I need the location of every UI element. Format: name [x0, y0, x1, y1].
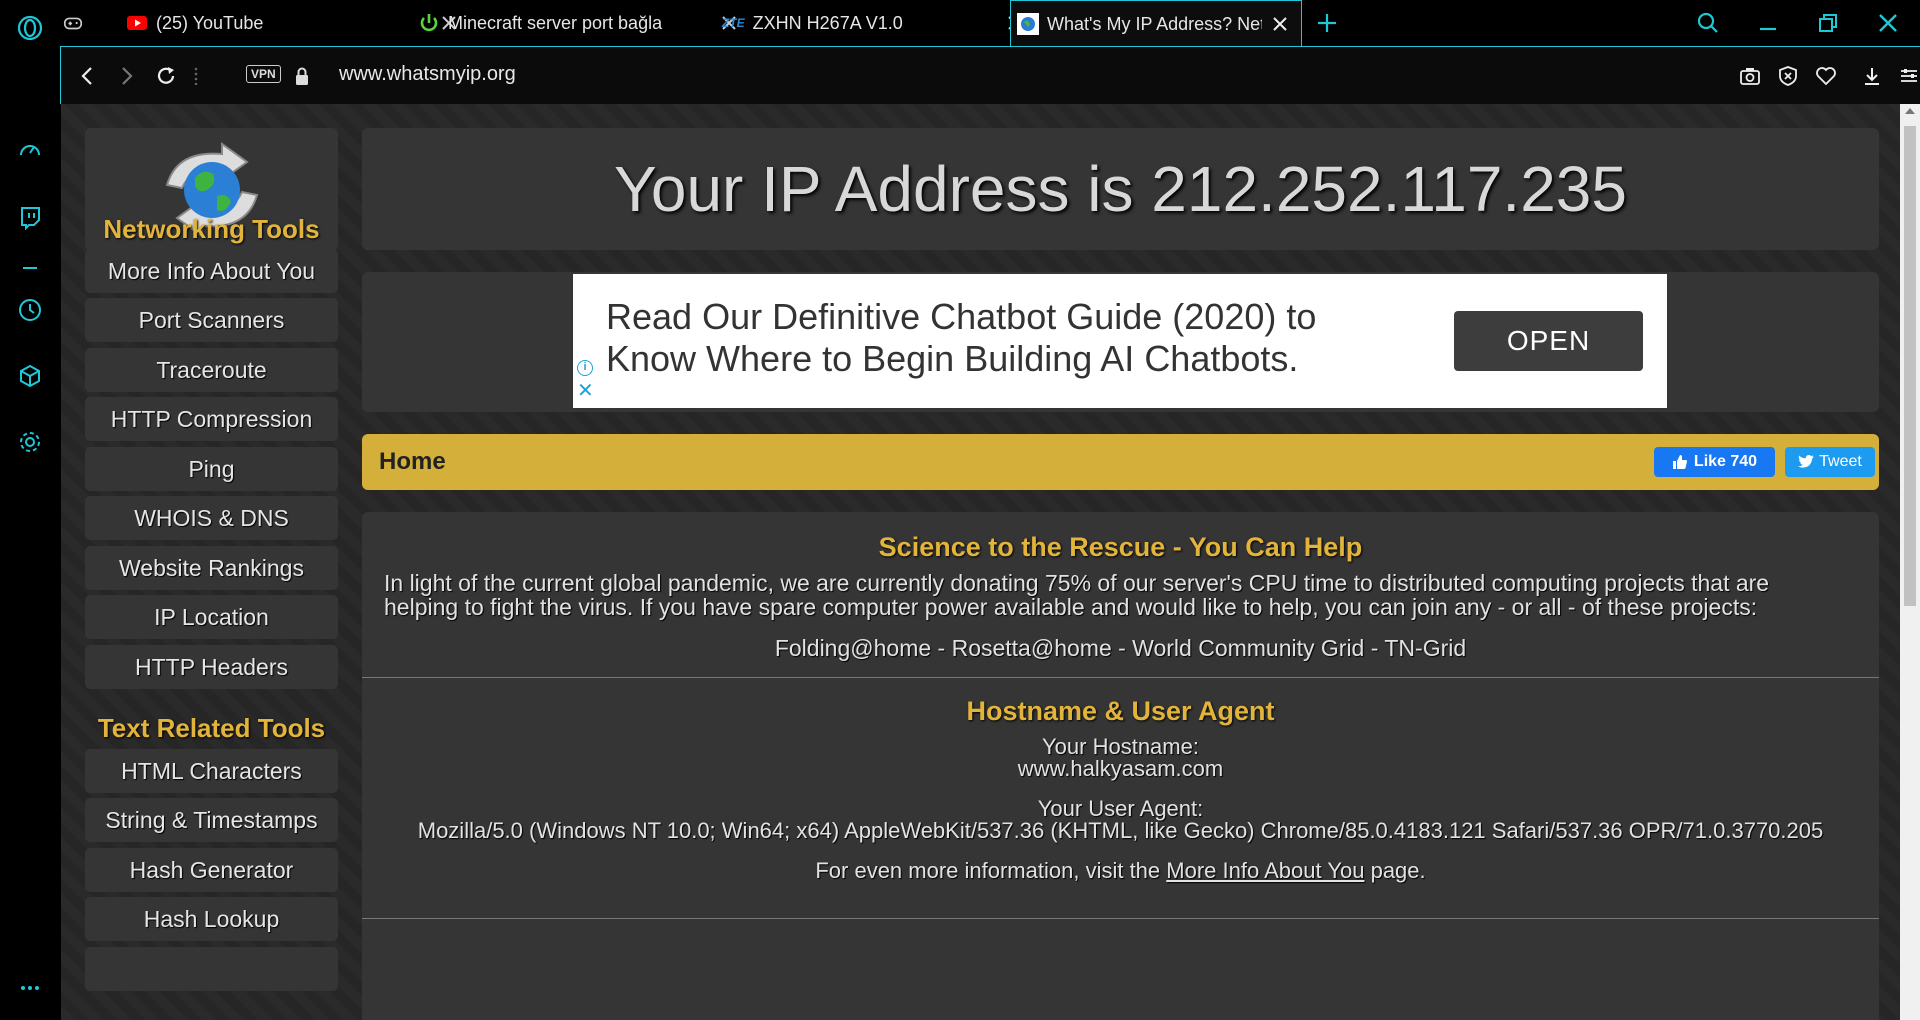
opera-logo-icon[interactable] — [12, 10, 48, 46]
nav-link-ping[interactable]: Ping — [85, 447, 338, 491]
zte-logo: ZTE — [722, 16, 745, 30]
twitter-bird-icon — [1798, 455, 1815, 468]
advertisement[interactable]: Read Our Definitive Chatbot Guide (2020)… — [573, 274, 1667, 408]
easy-setup-icon[interactable] — [1894, 61, 1920, 91]
science-paragraph-line-1: In light of the current global pandemic,… — [384, 570, 1770, 596]
tab-title: What's My IP Address? Net — [1047, 13, 1262, 34]
heart-bookmark-icon[interactable] — [1811, 61, 1841, 91]
facebook-like-button[interactable]: Like 740 — [1654, 447, 1775, 477]
ad-line-1: Read Our Definitive Chatbot Guide (2020)… — [606, 296, 1317, 337]
nav-link-partial[interactable] — [85, 947, 338, 991]
ip-address-banner: Your IP Address is 212.252.117.235 — [362, 128, 1879, 250]
nav-link-port-scanners[interactable]: Port Scanners — [85, 298, 338, 342]
ad-close-icon[interactable]: ✕ — [577, 381, 594, 401]
tab-title: ZXHN H267A V1.0 — [752, 12, 903, 33]
camera-snapshot-icon[interactable] — [1735, 61, 1765, 91]
tab-close-icon[interactable] — [1269, 13, 1291, 35]
nav-link-more-info[interactable]: More Info About You — [85, 249, 338, 293]
more-info-suffix: page. — [1370, 858, 1426, 883]
hostname-section-title: Hostname & User Agent — [966, 696, 1275, 726]
user-agent-value: Mozilla/5.0 (Windows NT 10.0; Win64; x64… — [417, 818, 1824, 843]
section-divider — [362, 918, 1879, 919]
globe-favicon — [1017, 13, 1039, 35]
breadcrumb-bar: Home Like 740 Tweet — [362, 434, 1879, 490]
back-arrow-icon[interactable] — [73, 61, 103, 91]
nav-link-http-compression[interactable]: HTTP Compression — [85, 397, 338, 441]
main-content-panel: Science to the Rescue - You Can Help In … — [362, 512, 1879, 1020]
nav-link-traceroute[interactable]: Traceroute — [85, 348, 338, 392]
like-count: Like 740 — [1693, 453, 1758, 470]
tab-minecraft[interactable]: Minecraft server port bağla — [418, 0, 758, 46]
section-divider — [362, 677, 1879, 678]
scroll-thumb[interactable] — [1904, 126, 1916, 606]
youtube-icon — [126, 12, 148, 34]
nav-link-website-rankings[interactable]: Website Rankings — [85, 546, 338, 590]
ad-info-icon[interactable]: i — [577, 360, 593, 376]
breadcrumb-home[interactable]: Home — [379, 448, 446, 476]
ad-text: Read Our Definitive Chatbot Guide (2020)… — [606, 296, 1386, 380]
science-section-title: Science to the Rescue - You Can Help — [878, 532, 1363, 562]
more-options-icon[interactable] — [12, 970, 48, 1006]
tab-whatsmyip[interactable]: What's My IP Address? Net — [1010, 0, 1302, 47]
nav-link-hash-generator[interactable]: Hash Generator — [85, 848, 338, 892]
history-icon[interactable] — [12, 292, 48, 328]
forward-arrow-icon[interactable] — [111, 61, 141, 91]
close-window-icon[interactable] — [1873, 8, 1903, 38]
url-field[interactable]: www.whatsmyip.org — [339, 63, 516, 86]
minimize-icon[interactable] — [1753, 8, 1783, 38]
more-info-sentence: For even more information, visit the Mor… — [362, 858, 1879, 884]
tweet-label: Tweet — [1819, 453, 1862, 470]
science-projects-list[interactable]: Folding@home - Rosetta@home - World Comm… — [362, 635, 1879, 662]
address-bar: VPN www.whatsmyip.org — [60, 46, 1920, 104]
speed-dial-icon[interactable] — [12, 132, 48, 168]
adblock-shield-icon[interactable] — [1773, 61, 1803, 91]
lock-icon[interactable] — [287, 62, 317, 92]
science-paragraph-line-2: helping to fight the virus. If you have … — [384, 594, 1758, 620]
nav-link-http-headers[interactable]: HTTP Headers — [85, 645, 338, 689]
nav-link-html-characters[interactable]: HTML Characters — [85, 749, 338, 793]
drag-handle-icon — [189, 61, 203, 91]
tab-title: (25) YouTube — [156, 12, 264, 33]
nav-link-string-timestamps[interactable]: String & Timestamps — [85, 798, 338, 842]
vpn-badge[interactable]: VPN — [246, 65, 281, 83]
nav-link-ip-location[interactable]: IP Location — [85, 595, 338, 639]
tab-bar: (25) YouTube Minecraft server port bağla… — [60, 0, 1920, 47]
workspace-gamepad-icon[interactable] — [62, 0, 90, 46]
web-page: Networking Tools More Info About You Por… — [61, 104, 1900, 1020]
power-icon — [418, 12, 440, 34]
ad-open-button[interactable]: OPEN — [1454, 311, 1643, 371]
networking-tools-heading: Networking Tools — [103, 214, 320, 244]
extensions-cube-icon[interactable] — [12, 358, 48, 394]
ad-line-2: Know Where to Begin Building AI Chatbots… — [606, 338, 1299, 379]
nav-link-hash-lookup[interactable]: Hash Lookup — [85, 897, 338, 941]
sidebar-divider — [12, 250, 48, 286]
download-icon[interactable] — [1857, 61, 1887, 91]
settings-gear-icon[interactable] — [12, 424, 48, 460]
tweet-button[interactable]: Tweet — [1785, 447, 1875, 477]
reload-icon[interactable] — [151, 61, 181, 91]
hostname-value: www.halkyasam.com — [1017, 756, 1224, 781]
text-tools-heading: Text Related Tools — [97, 713, 326, 743]
more-info-prefix: For even more information, visit the — [815, 858, 1161, 883]
thumbs-up-icon — [1672, 455, 1687, 469]
new-tab-plus-icon[interactable] — [1312, 8, 1342, 38]
twitch-icon[interactable] — [12, 200, 48, 236]
more-info-link[interactable]: More Info About You — [1166, 858, 1364, 883]
scroll-up-arrow-icon[interactable] — [1905, 108, 1915, 114]
restore-icon[interactable] — [1813, 8, 1843, 38]
search-tabs-icon[interactable] — [1693, 8, 1723, 38]
nav-link-whois-dns[interactable]: WHOIS & DNS — [85, 496, 338, 540]
tab-title: Minecraft server port bağla — [448, 12, 663, 33]
opera-sidebar — [0, 0, 60, 1020]
page-scrollbar[interactable] — [1900, 104, 1920, 1020]
